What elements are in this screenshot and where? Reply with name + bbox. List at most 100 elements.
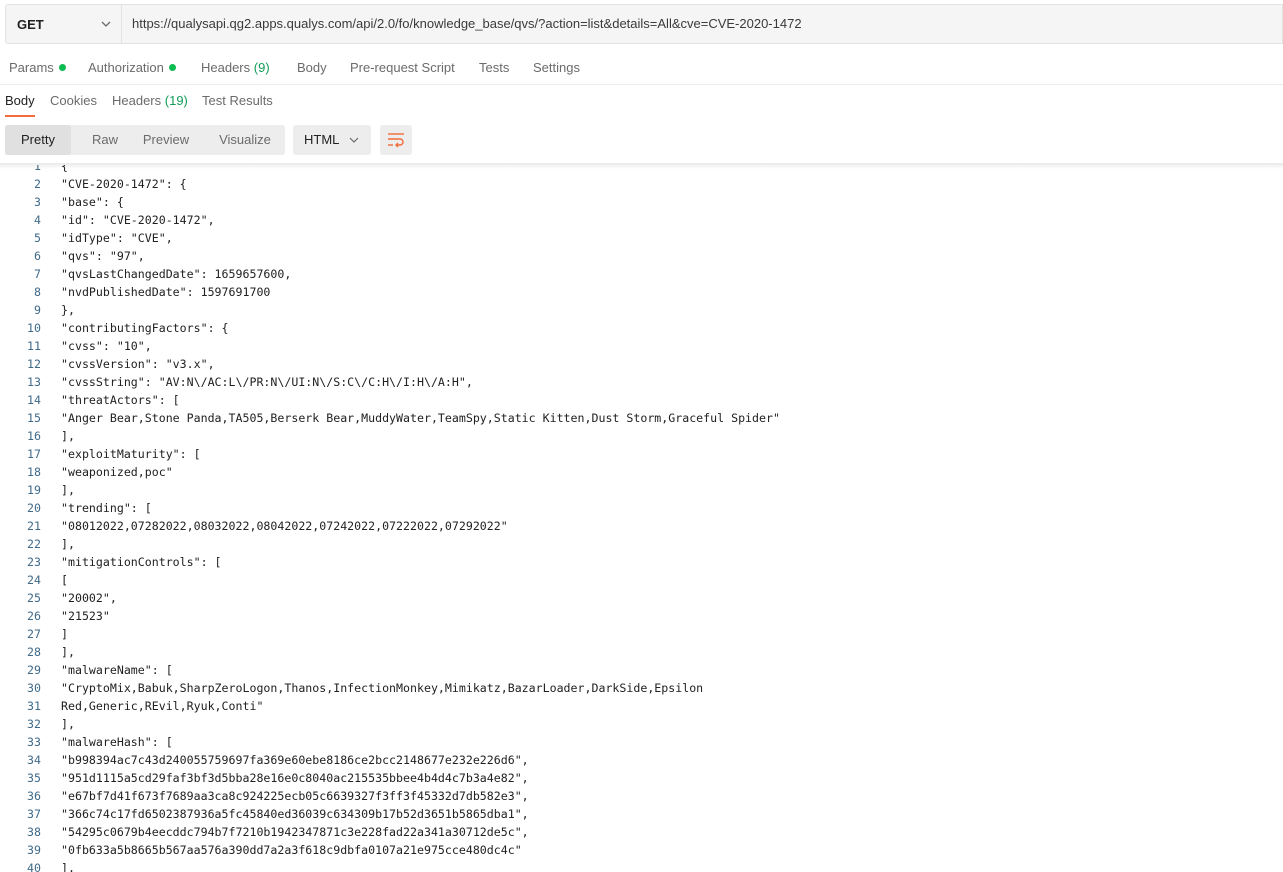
raw-button[interactable]: Raw bbox=[77, 125, 133, 155]
pretty-button[interactable]: Pretty bbox=[5, 125, 71, 155]
tab-authorization[interactable]: Authorization bbox=[88, 52, 176, 84]
tab-label: Pre-request Script bbox=[350, 60, 455, 75]
code-text: [ bbox=[61, 573, 68, 587]
line-number: 14 bbox=[27, 393, 41, 407]
tab-settings[interactable]: Settings bbox=[533, 52, 580, 84]
wrap-lines-icon bbox=[388, 133, 404, 148]
code-text: { bbox=[61, 165, 68, 173]
response-tab-cookies[interactable]: Cookies bbox=[50, 86, 97, 115]
code-line: 31 Red,Generic,REvil,Ryuk,Conti" bbox=[0, 697, 1283, 715]
code-line: 29 "malwareName": [ bbox=[0, 661, 1283, 679]
code-text: "cvss": "10", bbox=[61, 339, 152, 353]
line-number: 25 bbox=[27, 591, 41, 605]
line-number: 31 bbox=[27, 699, 41, 713]
tab-label: Body bbox=[297, 60, 327, 75]
code-text: "0fb633a5b8665b567aa576a390dd7a2a3f618c9… bbox=[61, 843, 522, 857]
code-text: "21523" bbox=[61, 609, 110, 623]
tab-label: Tests bbox=[479, 60, 510, 75]
code-line: 19], bbox=[0, 481, 1283, 499]
line-number: 33 bbox=[27, 735, 41, 749]
code-text: "Anger Bear,Stone Panda,TA505,Berserk Be… bbox=[61, 411, 780, 425]
tab-label: Headers bbox=[201, 60, 251, 75]
code-line: 17 "exploitMaturity": [ bbox=[0, 445, 1283, 463]
code-text: }, bbox=[61, 303, 75, 317]
response-tabs: Body Cookies Headers (19) Test Results bbox=[0, 86, 1283, 117]
tab-label: Settings bbox=[533, 60, 580, 75]
tab-body[interactable]: Body bbox=[297, 52, 327, 84]
line-number: 13 bbox=[27, 375, 41, 389]
line-number: 34 bbox=[27, 753, 41, 767]
line-number: 30 bbox=[27, 681, 41, 695]
code-text: "id": "CVE-2020-1472", bbox=[61, 213, 215, 227]
line-number: 29 bbox=[27, 663, 41, 677]
method-label: GET bbox=[17, 16, 44, 32]
response-tab-body[interactable]: Body bbox=[5, 86, 35, 117]
editor-lines: 1 {2 "CVE-2020-1472": { 3 "base": {4 "id": "C… bbox=[0, 165, 1283, 872]
tab-count: (9) bbox=[253, 60, 270, 75]
code-line: 33 "malwareHash": [ bbox=[0, 733, 1283, 751]
language-label: HTML bbox=[304, 132, 340, 147]
code-line: 37 "366c74c17fd6502387936a5fc45840ed36039… bbox=[0, 805, 1283, 823]
code-line: 11 "cvss": "10", bbox=[0, 337, 1283, 355]
visualize-button[interactable]: Visualize bbox=[210, 125, 280, 155]
tab-label: Params bbox=[9, 60, 54, 75]
code-text: "CVE-2020-1472": { bbox=[61, 177, 187, 191]
line-number: 24 bbox=[27, 573, 41, 587]
line-number: 37 bbox=[27, 807, 41, 821]
line-number: 9 bbox=[34, 303, 41, 317]
code-text: "weaponized,poc" bbox=[61, 465, 173, 479]
language-select[interactable]: HTML bbox=[293, 125, 371, 155]
code-line: 28], bbox=[0, 643, 1283, 661]
code-line: 32], bbox=[0, 715, 1283, 733]
code-line: 3 "base": { bbox=[0, 193, 1283, 211]
code-line: 38 "54295c0679b4eecddc794b7f7210b19423478… bbox=[0, 823, 1283, 841]
line-number: 27 bbox=[27, 627, 41, 641]
line-number: 28 bbox=[27, 645, 41, 659]
line-number: 10 bbox=[27, 321, 41, 335]
code-line: 21 "08012022,07282022,08032022,08042022,0… bbox=[0, 517, 1283, 535]
line-number: 23 bbox=[27, 555, 41, 569]
wrap-lines-button[interactable] bbox=[380, 125, 412, 155]
code-line: 40], bbox=[0, 859, 1283, 872]
tab-label: Headers bbox=[112, 93, 162, 108]
code-line: 4 "id": "CVE-2020-1472", bbox=[0, 211, 1283, 229]
code-text: "nvdPublishedDate": 1597691700 bbox=[61, 285, 271, 299]
response-tab-test-results[interactable]: Test Results bbox=[202, 86, 273, 115]
code-text: "trending": [ bbox=[61, 501, 152, 515]
line-number: 2 bbox=[34, 177, 41, 191]
chevron-down-icon bbox=[349, 137, 359, 143]
tab-label: Cookies bbox=[50, 93, 97, 108]
code-text: "contributingFactors": { bbox=[61, 321, 229, 335]
code-line: 23 "mitigationControls": [ bbox=[0, 553, 1283, 571]
response-tab-headers[interactable]: Headers (19) bbox=[112, 86, 188, 115]
line-number: 1 bbox=[34, 165, 41, 173]
line-number: 35 bbox=[27, 771, 41, 785]
tab-pre-request-script[interactable]: Pre-request Script bbox=[350, 52, 455, 84]
code-line: 27] bbox=[0, 625, 1283, 643]
url-input[interactable]: https://qualysapi.qg2.apps.qualys.com/ap… bbox=[132, 5, 802, 43]
code-line: 12 "cvssVersion": "v3.x", bbox=[0, 355, 1283, 373]
response-editor[interactable]: 1 {2 "CVE-2020-1472": { 3 "base": {4 "id": "C… bbox=[0, 165, 1283, 872]
code-line: 36 "e67bf7d41f673f7689aa3ca8c924225ecb05c… bbox=[0, 787, 1283, 805]
preview-button[interactable]: Preview bbox=[135, 125, 197, 155]
tab-headers[interactable]: Headers (9) bbox=[201, 52, 270, 84]
tab-label: Test Results bbox=[202, 93, 273, 108]
method-select[interactable]: GET bbox=[6, 5, 122, 43]
chevron-down-icon bbox=[101, 21, 111, 27]
code-text: ], bbox=[61, 717, 75, 731]
code-text: "cvssString": "AV:N\/AC:L\/PR:N\/UI:N\/S… bbox=[61, 375, 473, 389]
tab-count: (19) bbox=[164, 93, 188, 108]
tab-tests[interactable]: Tests bbox=[479, 52, 509, 84]
code-text: ], bbox=[61, 861, 75, 872]
line-number: 22 bbox=[27, 537, 41, 551]
code-line: 6 "qvs": "97", bbox=[0, 247, 1283, 265]
code-text: ], bbox=[61, 537, 75, 551]
line-number: 18 bbox=[27, 465, 41, 479]
tab-params[interactable]: Params bbox=[9, 52, 66, 84]
code-text: ], bbox=[61, 483, 75, 497]
code-text: "qvs": "97", bbox=[61, 249, 145, 263]
code-line: 18 "weaponized,poc" bbox=[0, 463, 1283, 481]
code-text: "951d1115a5cd29faf3bf3d5bba28e16e0c8040a… bbox=[61, 771, 529, 785]
code-line: 14 "threatActors": [ bbox=[0, 391, 1283, 409]
tab-label: Authorization bbox=[88, 60, 164, 75]
